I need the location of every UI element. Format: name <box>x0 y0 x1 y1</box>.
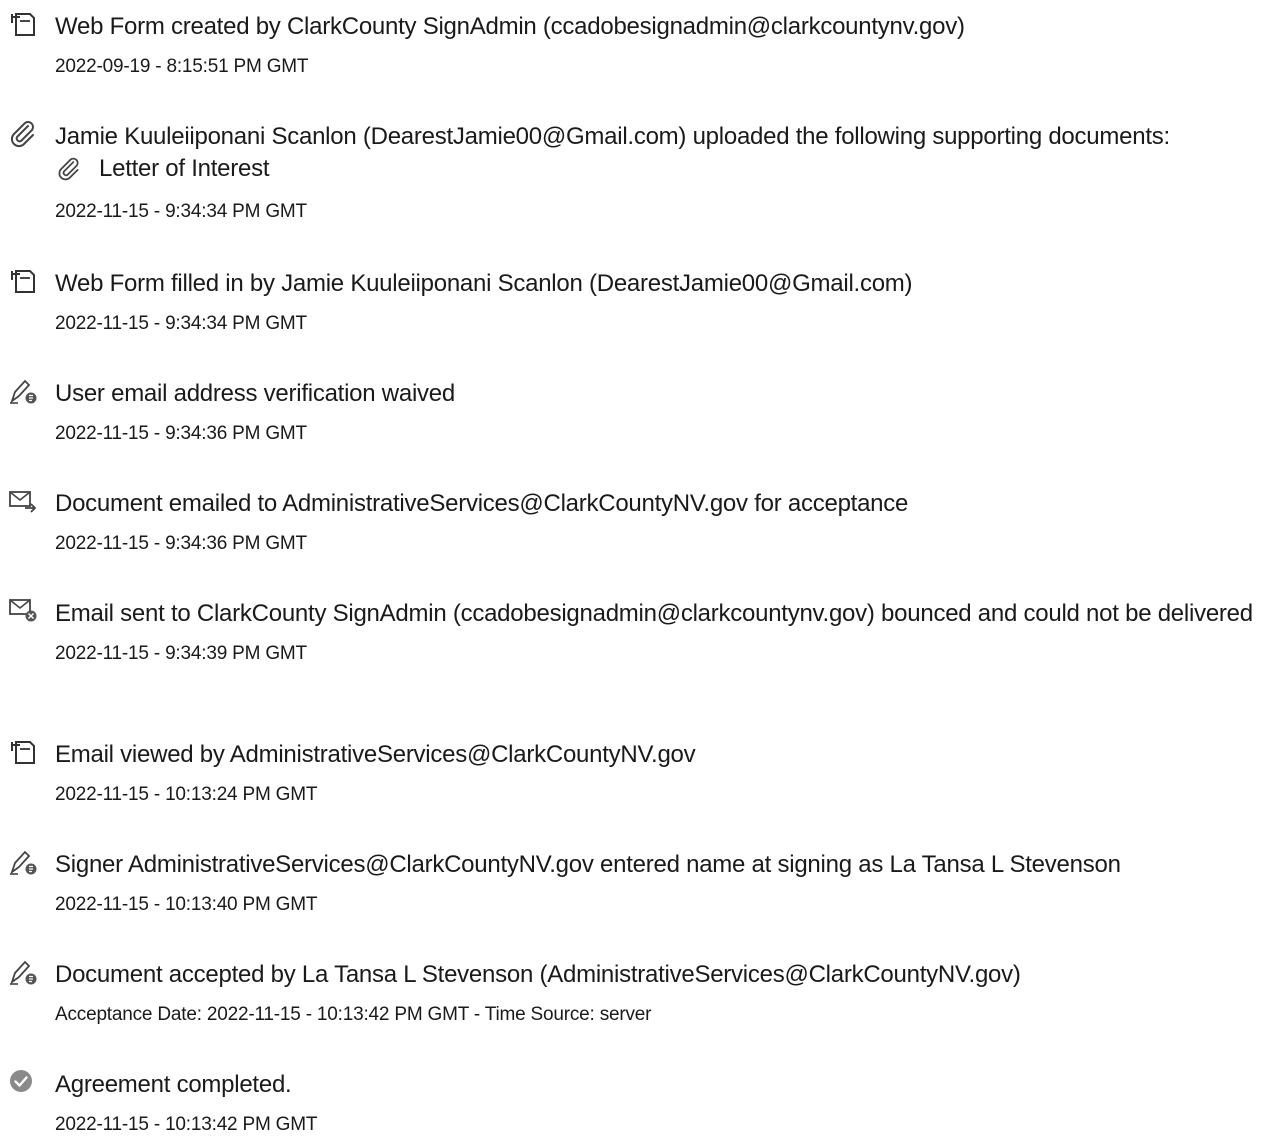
event-timestamp: 2022-11-15 - 9:34:34 PM GMT <box>55 201 307 222</box>
event-timestamp: 2022-11-15 - 9:34:34 PM GMT <box>55 313 307 334</box>
event-description: Web Form filled in by Jamie Kuuleiiponan… <box>55 270 913 297</box>
event-timestamp: Acceptance Date: 2022-11-15 - 10:13:42 P… <box>55 1004 652 1025</box>
email-sent-icon <box>8 487 38 515</box>
web-form-icon <box>8 267 38 295</box>
event-timestamp: 2022-11-15 - 10:13:40 PM GMT <box>55 894 318 915</box>
event-timestamp: 2022-11-15 - 10:13:24 PM GMT <box>55 784 318 805</box>
event-description: Document emailed to AdministrativeServic… <box>55 490 909 517</box>
web-form-icon <box>8 10 38 38</box>
event-timestamp: 2022-11-15 - 9:34:36 PM GMT <box>55 423 307 444</box>
event-timestamp: 2022-11-15 - 10:13:42 PM GMT <box>55 1114 318 1135</box>
event-timestamp: 2022-11-15 - 9:34:39 PM GMT <box>55 643 307 664</box>
signer-pen-icon <box>8 958 38 986</box>
attachment-item[interactable]: Letter of Interest <box>55 153 1269 185</box>
event-description: User email address verification waived <box>55 380 455 407</box>
web-form-icon <box>8 738 38 766</box>
check-circle-icon <box>8 1068 38 1096</box>
event-description: Jamie Kuuleiiponani Scanlon (DearestJami… <box>55 123 1170 150</box>
event-description: Web Form created by ClarkCounty SignAdmi… <box>55 13 965 40</box>
event-timestamp: 2022-11-15 - 9:34:36 PM GMT <box>55 533 307 554</box>
paperclip-icon <box>56 156 82 182</box>
paperclip-icon <box>8 120 38 148</box>
event-description: Agreement completed. <box>55 1071 292 1098</box>
signer-pen-icon <box>8 377 38 405</box>
attachment-label: Letter of Interest <box>99 155 270 182</box>
event-description: Email sent to ClarkCounty SignAdmin (cca… <box>55 600 1253 627</box>
event-description: Email viewed by AdministrativeServices@C… <box>55 741 696 768</box>
event-timestamp: 2022-09-19 - 8:15:51 PM GMT <box>55 56 309 77</box>
email-bounced-icon <box>8 597 38 625</box>
signer-pen-icon <box>8 848 38 876</box>
event-description: Signer AdministrativeServices@ClarkCount… <box>55 851 1121 878</box>
event-description: Document accepted by La Tansa L Stevenso… <box>55 961 1021 988</box>
